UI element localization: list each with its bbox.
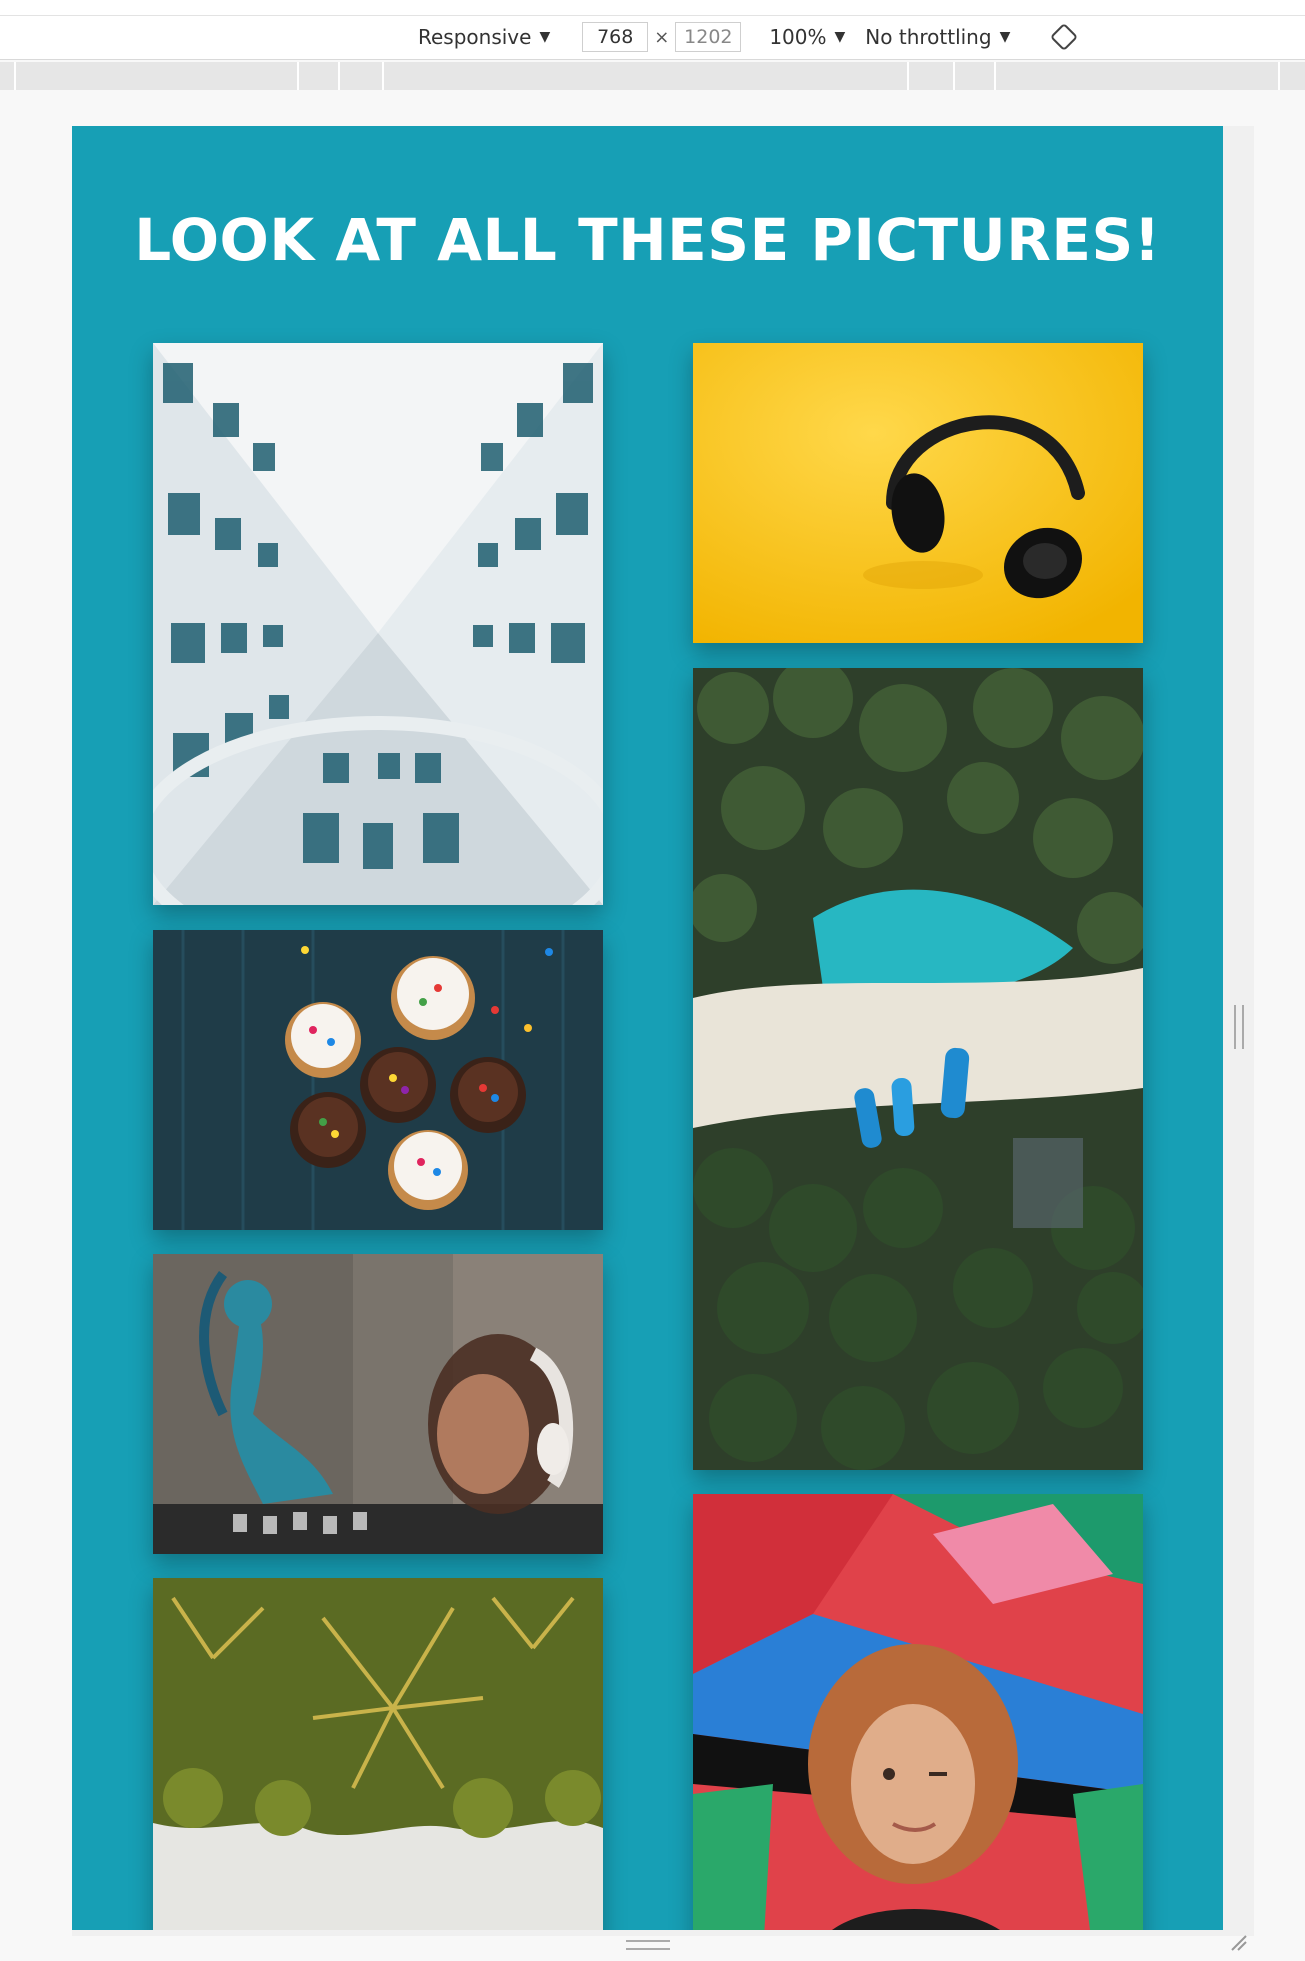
width-input[interactable]: 768 [582,22,649,52]
ruler-divider [907,62,909,90]
page-viewport: LOOK AT ALL THESE PICTURES! [72,126,1223,1930]
page-title: LOOK AT ALL THESE PICTURES! [134,206,1161,274]
height-input[interactable]: 1202 [675,22,742,52]
ruler-divider [382,62,384,90]
throttle-label: No throttling [865,25,992,49]
zoom-select[interactable]: 100% ▼ [769,25,845,49]
devtools-toolbar: Responsive ▼ 768 × 1202 100% ▼ No thrott… [0,0,1305,60]
caret-down-icon: ▼ [834,29,846,45]
resize-handle-bottom[interactable] [626,1940,670,1950]
times-icon: × [654,26,670,48]
device-toolbar: Responsive ▼ 768 × 1202 100% ▼ No thrott… [418,20,1079,54]
ruler-divider [953,62,955,90]
gallery-image-headphones [693,343,1143,643]
toolbar-divider [0,15,1305,16]
resize-corner-icon[interactable] [1228,1932,1248,1952]
gallery-image-graffiti-headphones [153,1254,603,1554]
device-select[interactable]: Responsive ▼ [418,25,550,49]
zoom-label: 100% [769,25,827,49]
device-label: Responsive [418,25,532,49]
ruler-divider [1278,62,1280,90]
caret-down-icon: ▼ [999,29,1011,45]
dimensions-group: 768 × 1202 [582,22,742,52]
resize-handle-right[interactable] [1234,1005,1244,1049]
gallery-image-girl-graffiti [693,1494,1143,1930]
ruler-divider [14,62,16,90]
throttle-select[interactable]: No throttling ▼ [865,25,1010,49]
media-query-bar[interactable] [0,62,1305,90]
ruler-divider [297,62,299,90]
ruler-divider [994,62,996,90]
gallery-image-building [153,343,603,905]
gallery-image-cupcakes [153,930,603,1230]
gallery-image-aerial-beach [693,668,1143,1470]
rotate-icon[interactable] [1050,22,1079,52]
caret-down-icon: ▼ [539,29,551,45]
ruler-divider [338,62,340,90]
gallery-image-palm-trees [153,1578,603,1930]
